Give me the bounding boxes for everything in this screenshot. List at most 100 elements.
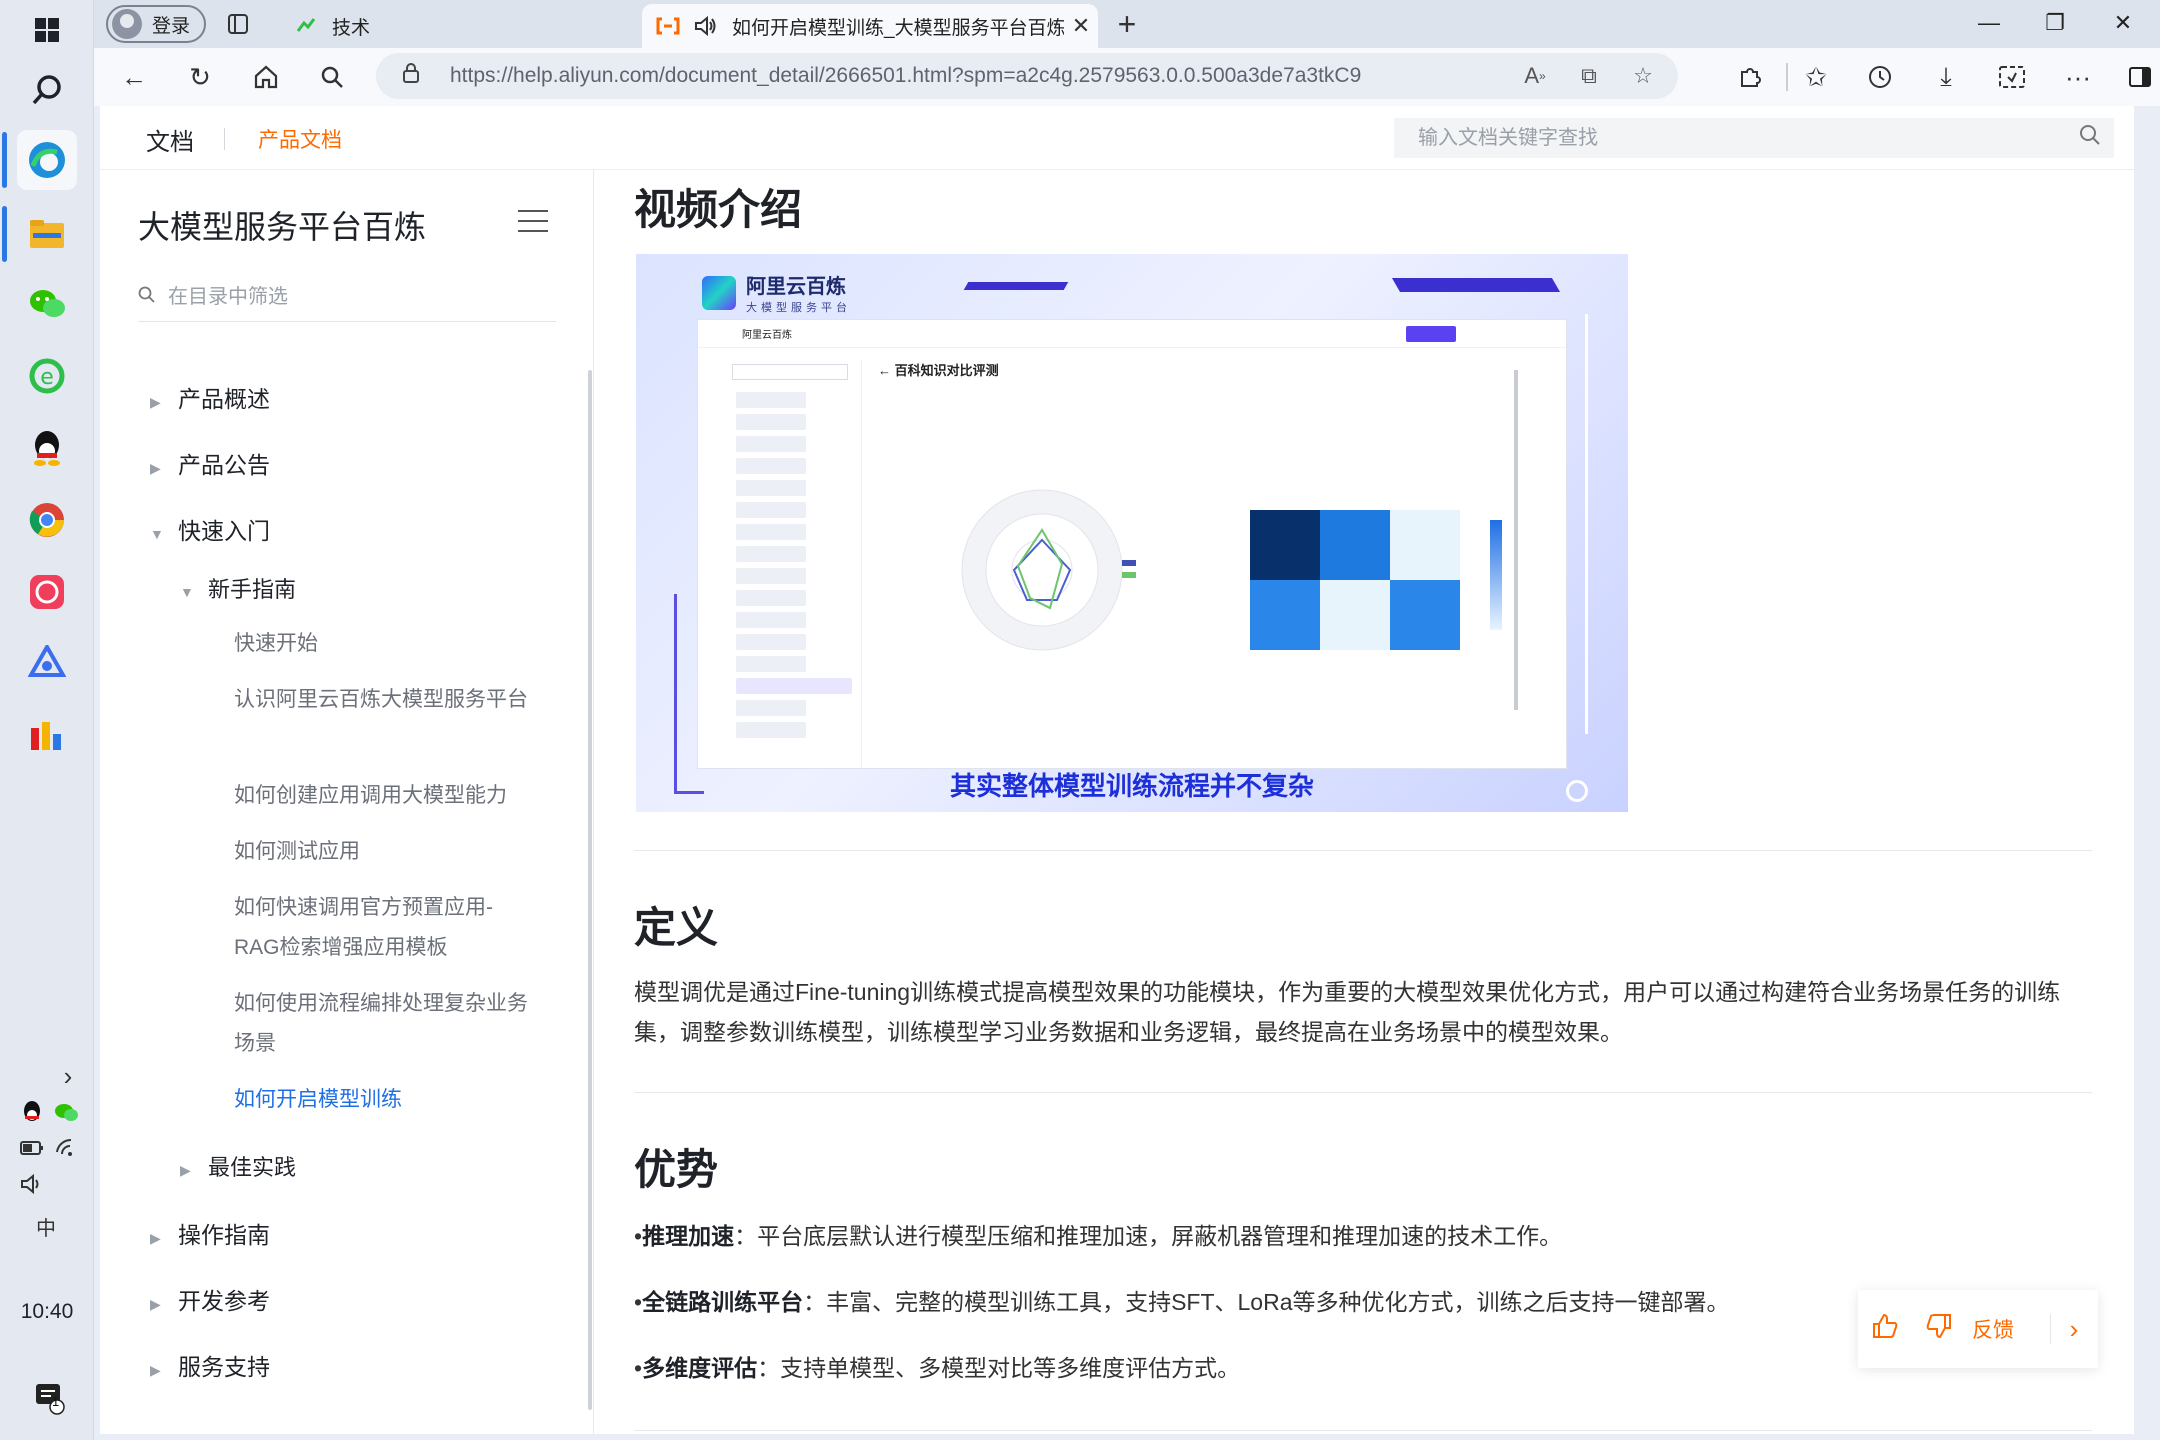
sidebar-item-create-app[interactable]: 如何创建应用调用大模型能力 (234, 776, 534, 816)
advantage-title: 全链路训练平台 (642, 1289, 804, 1315)
section-divider (634, 1092, 2092, 1093)
nav-product-docs-link[interactable]: 产品文档 (258, 124, 342, 154)
sidebar-filter-input[interactable] (168, 286, 528, 309)
chrome-icon[interactable] (17, 490, 77, 550)
sidebar-item-quick-start[interactable]: 快速开始 (234, 624, 534, 664)
intro-video-player[interactable]: 阿里云百炼 大模型服务平台 阿里云百炼 ← 百科知识对比评测 其实整体模型训练流… (636, 254, 1628, 812)
sidebar-item-overview[interactable]: ▶ 产品概述 (150, 380, 270, 414)
chevron-right-icon[interactable]: › (2059, 1314, 2089, 1345)
advantage-title: 多维度评估 (642, 1355, 758, 1381)
sidebar-item-label: 最佳实践 (208, 1155, 297, 1180)
search-icon[interactable] (312, 57, 352, 97)
internet-explorer-icon[interactable]: e (17, 346, 77, 406)
sidebar-item-support[interactable]: ▶ 服务支持 (150, 1348, 270, 1382)
tab-close-icon[interactable]: ✕ (1064, 13, 1098, 39)
video-screen-main: ← 百科知识对比评测 (878, 360, 1528, 760)
running-app-indicator (2, 206, 7, 262)
sidebar-item-test-app[interactable]: 如何测试应用 (234, 832, 534, 872)
svg-text:e: e (40, 365, 54, 390)
search-icon[interactable] (2066, 124, 2114, 152)
notification-center-icon[interactable]: 1 (32, 1380, 68, 1416)
sidebar-item-beginner-guide[interactable]: ▼ 新手指南 (180, 572, 296, 604)
screenshot-icon[interactable] (1992, 57, 2032, 97)
extensions-icon[interactable] (1730, 57, 1770, 97)
music-app-icon[interactable] (17, 562, 77, 622)
menu-hamburger-icon[interactable] (518, 210, 548, 234)
nav-divider (224, 128, 225, 150)
tab-title: 如何开启模型训练_大模型服务平台百炼 (732, 17, 1064, 39)
profile-button[interactable]: 登录 (106, 5, 206, 43)
chart-app-icon[interactable] (17, 706, 77, 766)
definition-text: 模型调优是通过Fine-tuning训练模式提高模型效果的功能模块，作为重要的大… (634, 979, 2061, 1045)
refresh-icon[interactable]: ↻ (180, 57, 220, 97)
heatmap-legend (1490, 520, 1502, 630)
tab-tech[interactable]: 技术 (280, 4, 614, 48)
wechat-tray-icon[interactable] (52, 1098, 80, 1126)
sidebar-filter (138, 274, 556, 322)
read-aloud-icon[interactable]: A» (1518, 59, 1552, 93)
clock-time[interactable]: 10:40 (0, 1300, 94, 1324)
sidebar-item-announcements[interactable]: ▶ 产品公告 (150, 446, 270, 480)
favorites-icon[interactable]: ✩ (1796, 57, 1836, 97)
edge-browser-icon[interactable] (17, 130, 77, 190)
sidebar-item-quickstart[interactable]: ▼ 快速入门 (150, 512, 270, 546)
heatmap-graphic (1250, 510, 1460, 650)
volume-icon[interactable] (18, 1170, 46, 1198)
feishu-icon[interactable] (17, 634, 77, 694)
active-app-indicator (2, 132, 7, 188)
doc-search-input[interactable] (1394, 126, 2066, 150)
tab-actions-icon[interactable] (218, 4, 258, 44)
qq-icon[interactable] (17, 418, 77, 478)
feedback-button[interactable]: 反馈 (1972, 1314, 2042, 1344)
nav-docs-link[interactable]: 文档 (146, 122, 194, 157)
sidebar-item-user-guide[interactable]: ▶ 操作指南 (150, 1216, 270, 1250)
minimize-button[interactable]: — (1954, 0, 2024, 48)
downloads-icon[interactable]: ⤓ (1926, 57, 1966, 97)
wechat-icon[interactable] (17, 274, 77, 334)
new-tab-button[interactable]: + (1108, 6, 1146, 44)
ime-indicator[interactable]: 中 (32, 1212, 60, 1240)
tab-model-training[interactable]: 如何开启模型训练_大模型服务平台百炼 ✕ (642, 4, 1098, 48)
battery-icon[interactable] (18, 1134, 46, 1162)
history-icon[interactable] (1860, 57, 1900, 97)
doc-top-nav: 文档 产品文档 (100, 106, 2134, 170)
speaker-icon[interactable] (694, 14, 718, 38)
back-arrow-icon[interactable]: ← (114, 57, 154, 97)
aliyun-favicon-icon (656, 14, 680, 38)
sidebar-item-model-training[interactable]: 如何开启模型训练 (234, 1080, 534, 1120)
close-window-button[interactable]: ✕ (2088, 0, 2158, 48)
thumbs-down-icon[interactable] (1912, 1312, 1966, 1347)
app-available-icon[interactable]: ⧉ (1572, 59, 1606, 93)
sidebar-item-intro-platform[interactable]: 认识阿里云百炼大模型服务平台 (234, 680, 534, 720)
video-screen-title: ← 百科知识对比评测 (878, 363, 999, 378)
show-hidden-icons-chevron-icon[interactable]: › (54, 1061, 82, 1091)
sidebar-item-label: 产品概述 (178, 386, 270, 412)
address-bar[interactable]: https://help.aliyun.com/document_detail/… (376, 53, 1678, 99)
thumbs-up-icon[interactable] (1858, 1312, 1912, 1347)
more-options-icon[interactable]: ··· (2058, 57, 2098, 97)
home-icon[interactable] (246, 57, 286, 97)
advantage-text: ：支持单模型、多模型对比等多维度评估方式。 (757, 1355, 1241, 1381)
lock-icon[interactable] (402, 62, 432, 90)
doc-sidebar: 大模型服务平台百炼 ▶ 产品概述 ▶ 产品公告 ▼ 快速入门 ▼ 新手指南 快速开始 认… (100, 170, 594, 1434)
web-page: 文档 产品文档 大模型服务平台百炼 ▶ 产品概述 ▶ 产品公告 ▼ 快速入门 ▼ 新手指… (100, 106, 2134, 1434)
restore-button[interactable]: ❐ (2020, 0, 2090, 48)
url-text[interactable]: https://help.aliyun.com/document_detail/… (450, 64, 1361, 88)
wifi-icon[interactable] (52, 1134, 80, 1162)
caret-right-icon: ▶ (180, 1162, 191, 1178)
sidebar-scrollbar[interactable] (588, 370, 592, 1410)
sidebar-item-best-practice[interactable]: ▶ 最佳实践 (180, 1150, 296, 1182)
video-logo-main: 阿里云百炼 (746, 276, 846, 298)
doc-content: 视频介绍 阿里云百炼 大模型服务平台 阿里云百炼 ← 百科知识对比评测 其实整体… (594, 170, 2134, 1434)
sidebar-item-workflow[interactable]: 如何使用流程编排处理复杂业务场景 (234, 984, 534, 1064)
qq-tray-icon[interactable] (18, 1098, 46, 1126)
file-explorer-icon[interactable] (17, 204, 77, 264)
sidebar-toggle-icon[interactable] (2120, 57, 2160, 97)
tech-favicon-icon (294, 14, 318, 38)
sidebar-item-dev-reference[interactable]: ▶ 开发参考 (150, 1282, 270, 1316)
video-decor-ring (1566, 780, 1588, 802)
favorite-star-icon[interactable]: ☆ (1626, 59, 1660, 93)
sidebar-item-rag-template[interactable]: 如何快速调用官方预置应用-RAG检索增强应用模板 (234, 888, 534, 968)
search-icon[interactable] (17, 60, 77, 120)
windows-start-icon[interactable] (17, 0, 77, 60)
